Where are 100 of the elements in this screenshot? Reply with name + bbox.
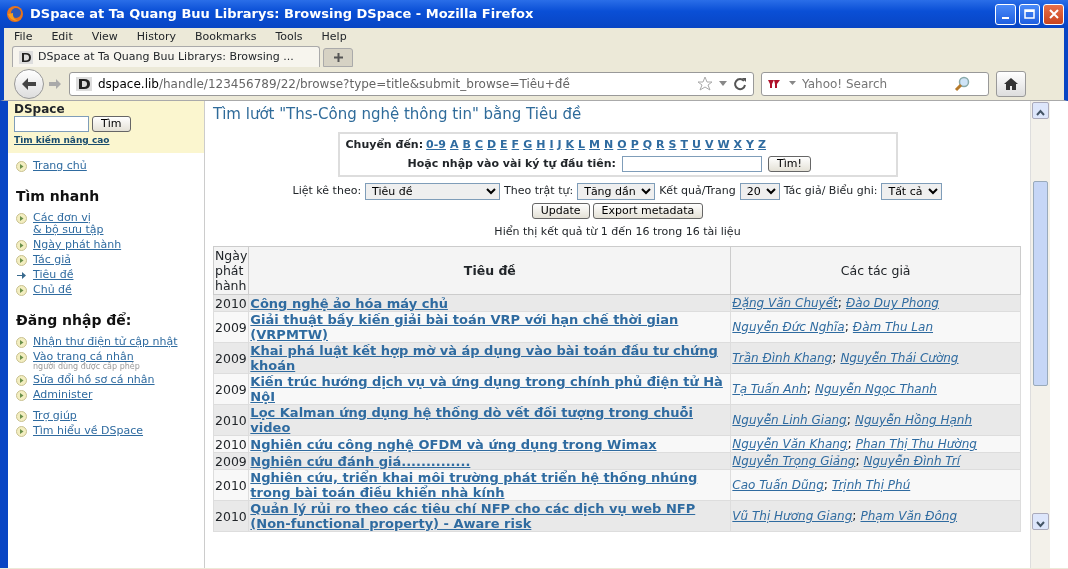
title-link[interactable]: Công nghệ ảo hóa máy chủ <box>250 295 730 311</box>
letter-link[interactable]: R <box>656 137 665 151</box>
sidebar-link[interactable]: Sửa đổi hồ sơ cá nhân <box>33 373 155 386</box>
option-label: Theo trật tự: <box>504 182 574 199</box>
browser-tab[interactable]: DSpace at Ta Quang Buu Librarys: Browsing ... <box>12 46 320 67</box>
letter-link[interactable]: 0-9 <box>426 137 446 151</box>
letter-link[interactable]: H <box>536 137 546 151</box>
sidebar-link[interactable]: Tiêu đề <box>33 268 74 281</box>
letter-link[interactable]: I <box>549 137 554 151</box>
author-link[interactable]: Đặng Văn Chuyết <box>732 296 838 310</box>
author-link[interactable]: Phạm Văn Đông <box>860 509 958 523</box>
author-link[interactable]: Đàm Thu Lan <box>852 320 933 334</box>
letter-link[interactable]: W <box>717 137 730 151</box>
letter-link[interactable]: O <box>617 137 627 151</box>
maximize-icon <box>1024 9 1035 19</box>
letter-link[interactable]: T <box>680 137 688 151</box>
menu-item[interactable]: Help <box>321 28 347 45</box>
option-select[interactable]: Tăng dần <box>577 182 656 200</box>
author-link[interactable]: Đào Duy Phong <box>846 296 939 310</box>
menu-item[interactable]: Edit <box>51 28 73 45</box>
letter-link[interactable]: F <box>511 137 520 151</box>
author-link[interactable]: Nguyễn Linh Giang <box>732 413 847 427</box>
sidebar-link[interactable]: Trợ giúp <box>33 409 77 422</box>
letter-link[interactable]: G <box>523 137 533 151</box>
title-link[interactable]: Kiến trúc hướng dịch vụ và ứng dụng trong chính phủ điện tử Hà NộI <box>250 374 730 404</box>
author-link[interactable]: Nguyễn Đức Nghĩa <box>732 320 845 334</box>
minimize-button[interactable] <box>995 3 1016 25</box>
go-button[interactable]: Tìm! <box>767 156 811 173</box>
letter-link[interactable]: Q <box>642 137 653 151</box>
title-link[interactable]: Nghiên cứu, triển khai môi trường phát triển hệ thống nhúng trong bài toán điều khiển nhà kính <box>250 470 730 500</box>
sidebar-link[interactable]: Chủ đề <box>33 283 72 296</box>
sidebar-link[interactable]: Tìm hiểu về DSpace <box>33 424 144 437</box>
search-icon[interactable] <box>954 75 970 92</box>
sidebar-link[interactable]: Các đơn vị & bộ sưu tập <box>33 211 104 236</box>
address-bar[interactable]: dspace.lib/handle/123456789/22/browse?type=title&submit_browse=Tiêu+đề <box>69 71 754 96</box>
letter-link[interactable]: S <box>668 137 677 151</box>
title-link[interactable]: Lọc Kalman ứng dụng hệ thống dò vết đối tượng trong chuỗi video <box>250 405 730 435</box>
letter-link[interactable]: B <box>462 137 471 151</box>
option-select[interactable]: Tất cả <box>881 182 943 200</box>
letter-link[interactable]: D <box>486 137 497 151</box>
home-button[interactable] <box>996 70 1026 97</box>
option-select[interactable]: Tiêu đề <box>365 182 501 200</box>
letter-link[interactable]: P <box>630 137 639 151</box>
search-button[interactable]: Tìm <box>92 116 131 132</box>
menu-item[interactable]: File <box>14 28 33 45</box>
letter-link[interactable]: V <box>704 137 714 151</box>
back-button[interactable] <box>14 68 44 99</box>
new-tab-button[interactable] <box>323 48 353 67</box>
menu-item[interactable]: Tools <box>275 28 303 45</box>
letter-link[interactable]: L <box>578 137 586 151</box>
dropdown-caret-icon[interactable] <box>789 81 796 86</box>
letter-link[interactable]: Z <box>758 137 767 151</box>
title-link[interactable]: Quản lý rủi ro theo các tiêu chí NFP cho các dịch vụ web NFP (Non-functional property) - Aware risk <box>250 501 730 531</box>
scrollbar[interactable] <box>1030 101 1050 568</box>
author-link[interactable]: Nguyễn Ngọc Thanh <box>814 382 937 396</box>
dropdown-caret-icon[interactable] <box>719 80 727 87</box>
author-link[interactable]: Cao Tuấn Dũng <box>732 478 824 492</box>
sidebar-link[interactable]: Administer <box>33 388 93 401</box>
title-link[interactable]: Khai phá luật kết hợp mờ và áp dụng vào bài toán đầu tư chứng khoán <box>250 343 730 373</box>
author-link[interactable]: Phan Thị Thu Hường <box>855 437 977 451</box>
first-letters-input[interactable] <box>621 156 762 173</box>
letter-link[interactable]: Y <box>746 137 755 151</box>
search-input[interactable] <box>14 116 89 132</box>
author-link[interactable]: Nguyễn Thái Cường <box>840 351 959 365</box>
sidebar-link[interactable]: Trang chủ <box>33 159 87 172</box>
search-field[interactable]: Yahoo! Search <box>761 71 989 96</box>
option-select[interactable]: 20 <box>739 182 780 200</box>
author-link[interactable]: Trịnh Thị Phú <box>832 478 911 492</box>
letter-link[interactable]: U <box>692 137 701 151</box>
author-link[interactable]: Nguyễn Đình Trí <box>863 454 960 468</box>
title-link[interactable]: Nghiên cứu đánh giá.............. <box>250 453 730 469</box>
letter-link[interactable]: C <box>474 137 483 151</box>
advanced-search-link[interactable]: Tìm kiếm nâng cao <box>14 135 110 145</box>
letter-link[interactable]: K <box>565 137 575 151</box>
letter-link[interactable]: E <box>500 137 508 151</box>
menu-item[interactable]: Bookmarks <box>195 28 257 45</box>
author-link[interactable]: Nguyễn Trọng Giảng <box>732 454 856 468</box>
title-link[interactable]: Giải thuật bầy kiến giải bài toán VRP với hạn chế thời gian (VRPMTW) <box>250 312 730 342</box>
menu-item[interactable]: View <box>91 28 118 45</box>
author-link[interactable]: Nguyễn Hồng Hạnh <box>854 413 972 427</box>
reload-icon[interactable] <box>733 76 747 91</box>
letter-link[interactable]: M <box>589 137 601 151</box>
author-link[interactable]: Tạ Tuấn Anh <box>732 382 807 396</box>
search-input[interactable]: Yahoo! Search <box>800 73 950 94</box>
menu-item[interactable]: History <box>136 28 176 45</box>
star-icon[interactable] <box>697 75 713 92</box>
title-link[interactable]: Nghiên cứu công nghệ OFDM và ứng dụng trong Wimax <box>250 436 730 452</box>
scrollbar-thumb[interactable] <box>1033 181 1048 386</box>
sidebar-link[interactable]: Ngày phát hành <box>33 238 122 251</box>
author-link[interactable]: Nguyễn Văn Khang <box>732 437 848 451</box>
action-button[interactable]: Update <box>531 202 590 219</box>
close-button[interactable] <box>1043 3 1064 25</box>
letter-link[interactable]: X <box>733 137 743 151</box>
sidebar-link[interactable]: Tác giả <box>33 253 71 266</box>
letter-link[interactable]: J <box>557 137 562 151</box>
letter-link[interactable]: A <box>449 137 459 151</box>
sidebar-link[interactable]: Nhận thư điện tử cập nhật <box>33 335 178 348</box>
action-button[interactable]: Export metadata <box>592 202 704 219</box>
letter-link[interactable]: N <box>604 137 614 151</box>
maximize-button[interactable] <box>1019 3 1040 25</box>
